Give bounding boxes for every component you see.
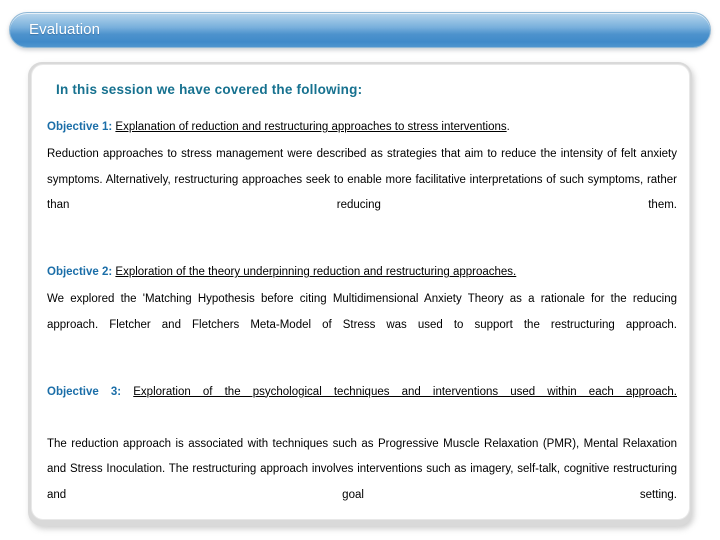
slide-title-bar: Evaluation <box>9 12 711 48</box>
panel-heading: In this session we have covered the foll… <box>56 82 363 97</box>
objective-3-label: Objective 3: <box>47 385 122 398</box>
objective-3-description: Exploration of the psychological techniq… <box>133 385 677 398</box>
objective-1-heading: Objective 1: Explanation of reduction an… <box>47 115 677 140</box>
content-panel: In this session we have covered the foll… <box>31 64 690 520</box>
page-title: Evaluation <box>29 21 101 38</box>
objective-3-body: The reduction approach is associated wit… <box>47 437 677 501</box>
content-body: In this session we have covered the foll… <box>47 73 677 520</box>
title-bar-background <box>9 12 711 48</box>
objective-1-tail: . <box>506 121 510 133</box>
objective-block-1: Objective 1: Explanation of reduction an… <box>47 115 677 244</box>
objective-2-body: We explored the 'Matching Hypothesis bef… <box>47 293 677 331</box>
objective-2-label: Objective 2: <box>47 266 113 278</box>
objective-1-description: Explanation of reduction and restructuri… <box>115 121 507 133</box>
objective-1-label: Objective 1: <box>47 121 113 133</box>
objective-1-body: Reduction approaches to stress managemen… <box>47 148 677 211</box>
objective-3-heading: Objective 3: Exploration of the psycholo… <box>47 380 677 430</box>
objective-2-heading: Objective 2: Exploration of the theory u… <box>47 260 677 285</box>
objective-2-description: Exploration of the theory underpinning r… <box>115 266 517 278</box>
objective-block-2: Objective 2: Exploration of the theory u… <box>47 260 677 364</box>
objective-block-3: Objective 3: Exploration of the psycholo… <box>47 380 677 520</box>
